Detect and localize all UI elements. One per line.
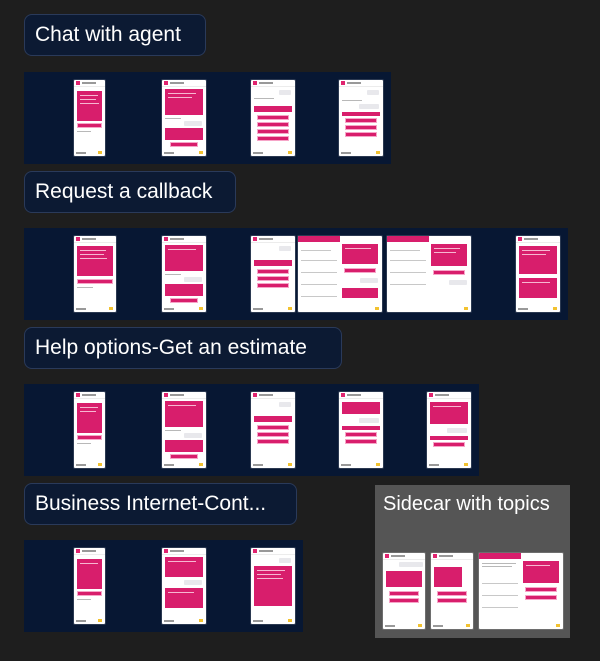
thumbnail-screen[interactable] [339, 392, 383, 468]
thumbnail-screen[interactable] [162, 236, 206, 312]
thumbnail-form-screen[interactable] [479, 553, 563, 629]
section-label-business-internet: Business Internet-Cont... [24, 483, 297, 525]
section-label-help-options: Help options-Get an estimate [24, 327, 342, 369]
flow-strip-business-internet [24, 540, 303, 632]
thumbnail-screen[interactable] [74, 548, 105, 624]
thumbnail-screen[interactable] [383, 553, 425, 629]
thumbnail-screen[interactable] [427, 392, 471, 468]
thumbnail-screen[interactable] [339, 80, 383, 156]
sidecar-title: Sidecar with topics [383, 493, 550, 515]
thumbnail-screen[interactable] [162, 548, 206, 624]
thumbnail-form-screen[interactable] [298, 236, 382, 312]
thumbnail-screen[interactable] [74, 80, 105, 156]
thumbnail-screen[interactable] [251, 548, 295, 624]
sidecar-panel: Sidecar with topics [375, 485, 570, 638]
thumbnail-screen[interactable] [162, 80, 206, 156]
flow-strip-chat-with-agent [24, 72, 391, 164]
thumbnail-screen[interactable] [251, 236, 295, 312]
section-label-request-callback: Request a callback [24, 171, 236, 213]
thumbnail-screen[interactable] [162, 392, 206, 468]
flow-strip-help-options [24, 384, 479, 476]
section-label-chat-with-agent: Chat with agent [24, 14, 206, 56]
thumbnail-screen[interactable] [74, 392, 105, 468]
thumbnail-screen[interactable] [516, 236, 560, 312]
thumbnail-screen[interactable] [251, 80, 295, 156]
thumbnail-screen[interactable] [74, 236, 116, 312]
flow-strip-request-callback [24, 228, 568, 320]
thumbnail-form-screen[interactable] [387, 236, 471, 312]
thumbnail-screen[interactable] [431, 553, 473, 629]
thumbnail-screen[interactable] [251, 392, 295, 468]
